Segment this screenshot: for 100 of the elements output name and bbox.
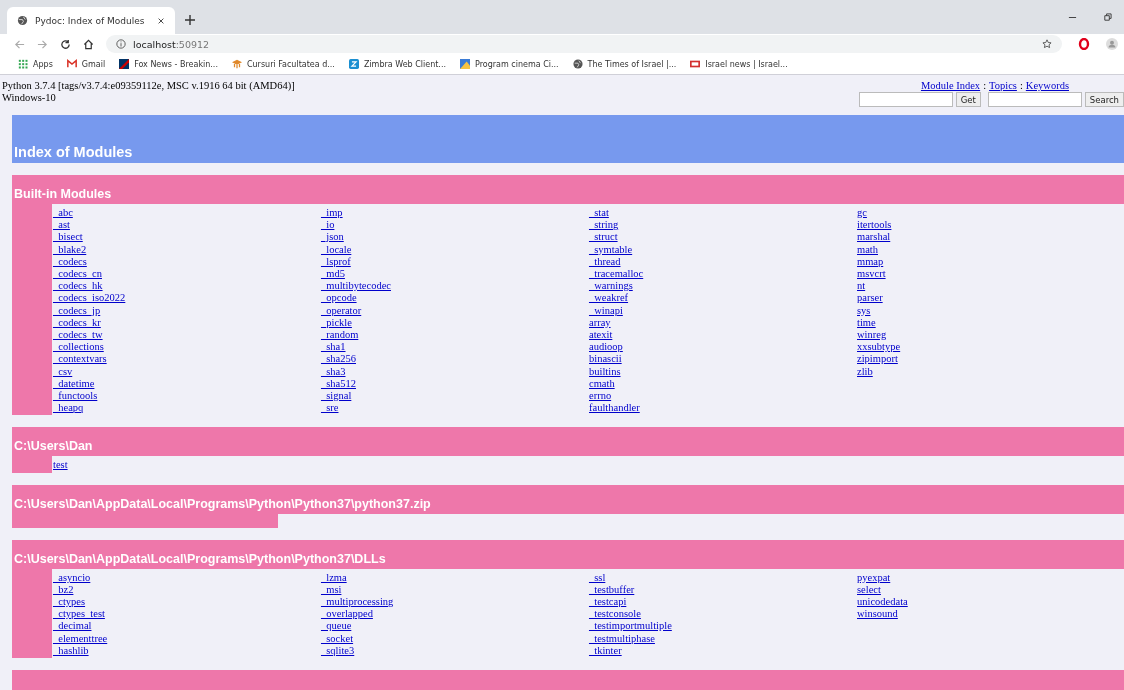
- module-link[interactable]: time: [857, 316, 876, 330]
- reload-icon[interactable]: [60, 38, 71, 50]
- restore-icon[interactable]: [1103, 13, 1112, 22]
- module-link[interactable]: select: [857, 583, 881, 597]
- module-link[interactable]: marshal: [857, 231, 891, 244]
- module-link[interactable]: audioop: [589, 341, 623, 354]
- bookmark[interactable]: Gmail: [66, 59, 106, 69]
- ring-icon[interactable]: [1078, 38, 1090, 50]
- module-link[interactable]: _bisect: [53, 231, 83, 244]
- module-link[interactable]: _signal: [321, 390, 352, 403]
- module-link[interactable]: _testimportmultiple: [589, 620, 672, 633]
- module-link[interactable]: zlib: [857, 365, 873, 378]
- module-link[interactable]: _codecs_cn: [53, 268, 102, 281]
- module-link[interactable]: _testmultiphase: [589, 632, 655, 645]
- module-link[interactable]: _warnings: [589, 280, 633, 293]
- module-link[interactable]: _multiprocessing: [321, 596, 394, 609]
- module-link[interactable]: parser: [857, 292, 883, 305]
- module-link[interactable]: _symtable: [589, 243, 633, 256]
- module-link[interactable]: array: [589, 316, 611, 330]
- nav-link[interactable]: Module Index: [920, 80, 981, 91]
- module-link[interactable]: _codecs_kr: [53, 316, 101, 330]
- module-link[interactable]: _testbuffer: [589, 583, 635, 597]
- module-link[interactable]: _overlapped: [321, 608, 373, 621]
- module-link[interactable]: _queue: [321, 620, 352, 633]
- module-link[interactable]: _msi: [321, 583, 342, 597]
- module-link[interactable]: msvcrt: [857, 268, 886, 281]
- module-link[interactable]: builtins: [589, 365, 621, 378]
- bookmark[interactable]: Fox News - Breakin...: [119, 59, 218, 69]
- module-link[interactable]: _locale: [321, 243, 352, 256]
- module-link[interactable]: _lsprof: [321, 255, 351, 268]
- module-link[interactable]: faulthandler: [589, 402, 640, 415]
- module-link[interactable]: _heapq: [53, 402, 84, 415]
- module-link[interactable]: _weakref: [589, 292, 629, 305]
- module-link[interactable]: _json: [321, 231, 344, 244]
- module-link[interactable]: _testcapi: [589, 596, 627, 609]
- module-link[interactable]: _sha3: [321, 365, 346, 378]
- module-link[interactable]: _md5: [321, 268, 345, 281]
- module-link[interactable]: _codecs: [53, 255, 87, 268]
- module-link[interactable]: _datetime: [53, 377, 95, 391]
- module-link[interactable]: _contextvars: [53, 353, 107, 366]
- module-link[interactable]: gc: [857, 207, 867, 220]
- module-link[interactable]: _winapi: [589, 304, 623, 317]
- search-button[interactable]: Search: [1084, 92, 1124, 107]
- module-link[interactable]: winreg: [857, 329, 887, 342]
- module-link[interactable]: _imp: [321, 207, 343, 220]
- module-link[interactable]: _multibytecodec: [321, 280, 391, 293]
- module-link[interactable]: _operator: [321, 304, 362, 317]
- module-link[interactable]: unicodedata: [857, 596, 908, 609]
- module-link[interactable]: _sqlite3: [321, 644, 355, 658]
- module-link[interactable]: _random: [321, 329, 359, 342]
- module-link[interactable]: nt: [857, 280, 866, 293]
- module-link[interactable]: math: [857, 243, 878, 256]
- module-link[interactable]: _decimal: [53, 620, 92, 633]
- avatar-icon[interactable]: [1106, 38, 1118, 50]
- module-link[interactable]: _thread: [589, 255, 621, 268]
- module-link[interactable]: _string: [589, 219, 619, 232]
- module-link[interactable]: itertools: [857, 219, 892, 232]
- module-link[interactable]: _io: [321, 219, 335, 232]
- module-link[interactable]: _socket: [321, 632, 354, 645]
- module-link[interactable]: errno: [589, 390, 612, 403]
- module-link[interactable]: _blake2: [53, 243, 87, 256]
- module-link[interactable]: cmath: [589, 377, 615, 391]
- module-link[interactable]: _stat: [589, 207, 609, 220]
- module-link[interactable]: _sha512: [321, 377, 356, 391]
- module-link[interactable]: _tracemalloc: [589, 268, 644, 281]
- module-link[interactable]: _ctypes: [53, 596, 86, 609]
- nav-link[interactable]: Keywords: [1025, 80, 1069, 91]
- module-link[interactable]: _opcode: [321, 292, 357, 305]
- module-link[interactable]: _asyncio: [53, 571, 91, 584]
- module-link[interactable]: _ssl: [589, 571, 606, 584]
- get-button[interactable]: Get: [955, 92, 981, 107]
- module-link[interactable]: _sha1: [321, 341, 346, 354]
- module-link[interactable]: atexit: [589, 329, 613, 342]
- nav-link[interactable]: Topics: [989, 80, 1017, 91]
- module-link[interactable]: zipimport: [857, 353, 898, 366]
- module-link[interactable]: mmap: [857, 255, 884, 268]
- module-link[interactable]: _codecs_hk: [53, 280, 103, 293]
- module-link[interactable]: _collections: [53, 341, 104, 354]
- module-link[interactable]: _csv: [53, 365, 73, 378]
- search-field[interactable]: [987, 92, 1082, 107]
- module-link[interactable]: pyexpat: [857, 571, 891, 584]
- bookmark[interactable]: Zimbra Web Client...: [348, 59, 446, 69]
- star-icon[interactable]: [1042, 39, 1052, 49]
- module-link[interactable]: _functools: [53, 390, 98, 403]
- module-link[interactable]: _codecs_jp: [53, 304, 101, 317]
- module-link[interactable]: _sre: [321, 402, 339, 415]
- module-link[interactable]: test: [53, 459, 68, 472]
- new-tab-icon[interactable]: [185, 15, 195, 25]
- module-link[interactable]: _lzma: [321, 571, 347, 584]
- module-link[interactable]: _ast: [53, 219, 70, 232]
- browser-tab[interactable]: Pydoc: Index of Modules: [7, 7, 175, 34]
- module-link[interactable]: sys: [857, 304, 871, 317]
- module-link[interactable]: _sha256: [321, 353, 356, 366]
- address-bar[interactable]: localhost:50912: [106, 35, 1062, 53]
- module-link[interactable]: _testconsole: [589, 608, 641, 621]
- bookmark[interactable]: Apps: [18, 59, 53, 69]
- module-link[interactable]: _ctypes_test: [53, 608, 105, 621]
- module-link[interactable]: winsound: [857, 608, 898, 621]
- module-link[interactable]: _elementtree: [53, 632, 108, 645]
- module-link[interactable]: _bz2: [53, 583, 74, 597]
